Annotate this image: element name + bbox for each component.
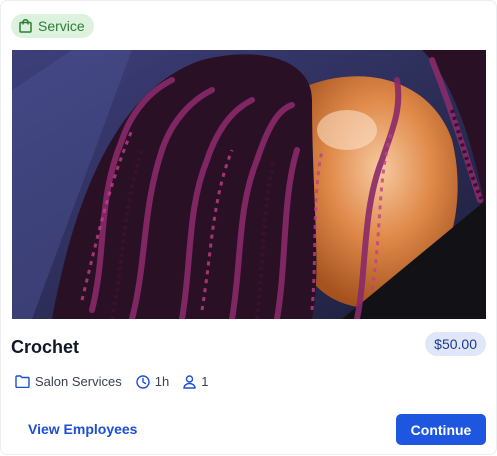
service-card: Service Crochet $50.00 Salon Services 1h…	[1, 1, 496, 454]
price-badge: $50.00	[425, 332, 486, 356]
duration-meta: 1h	[136, 374, 169, 389]
service-photo	[12, 50, 486, 319]
capacity-label: 1	[201, 374, 209, 389]
service-title: Crochet	[11, 337, 80, 357]
service-badge: Service	[11, 14, 94, 38]
capacity-meta: 1	[183, 374, 208, 389]
folder-icon	[15, 375, 30, 388]
category-meta: Salon Services	[15, 374, 122, 389]
person-icon	[183, 374, 196, 389]
view-employees-button[interactable]: View Employees	[28, 421, 137, 437]
clock-icon	[136, 374, 150, 389]
shopping-bag-icon	[19, 19, 32, 33]
continue-button[interactable]: Continue	[396, 414, 486, 445]
service-badge-label: Service	[38, 18, 85, 34]
duration-label: 1h	[154, 374, 170, 389]
category-label: Salon Services	[35, 374, 122, 389]
service-meta: Salon Services 1h 1	[15, 374, 222, 389]
